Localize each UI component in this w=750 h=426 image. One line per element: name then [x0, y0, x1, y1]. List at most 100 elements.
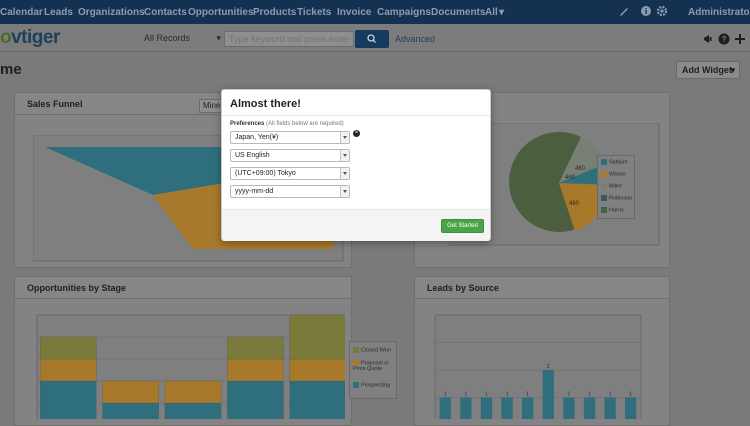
user-menu[interactable]: Administrato [688, 7, 750, 18]
search-icon [367, 34, 376, 43]
bar-segment [39, 336, 97, 360]
svg-text:?: ? [722, 35, 727, 44]
data-label: 1 [568, 392, 571, 398]
bar-segment [289, 358, 345, 382]
nav-campaigns[interactable]: Campaigns [377, 7, 431, 18]
opportunities-by-stage-widget: Opportunities by Stage Closed Won Propos… [14, 276, 397, 426]
help-icon[interactable]: ? [718, 33, 730, 45]
records-select[interactable]: All Records ▾ [140, 31, 224, 47]
date-format-select-value: yyyy-mm-dd [235, 188, 274, 195]
nav-all[interactable]: All [485, 7, 498, 18]
currency-select-value: Japan, Yen(¥) [235, 134, 279, 141]
legend-item: Proposal or Price Quote [353, 360, 390, 373]
bar [501, 397, 513, 419]
chevron-down-icon [340, 132, 349, 143]
bar [460, 397, 472, 419]
chevron-down-icon: ▾ [730, 65, 735, 75]
leads-bar-chart: 1 1 1 1 1 2 1 1 1 1 [434, 314, 642, 419]
chevron-down-icon [340, 186, 349, 197]
search-input[interactable] [224, 31, 354, 47]
bar [604, 397, 616, 419]
widget-title: Opportunities by Stage [15, 277, 351, 299]
chevron-down-icon [340, 150, 349, 161]
vtiger-logo[interactable]: ovtiger [0, 27, 60, 49]
search-button[interactable] [355, 30, 389, 48]
modal-divider [222, 115, 490, 116]
page-header: me Add Widget ▾ [0, 53, 750, 85]
data-label: 1 [629, 392, 632, 398]
language-select[interactable]: US English [230, 149, 350, 162]
language-select-value: US English [235, 152, 270, 159]
info-icon[interactable] [640, 5, 652, 17]
chevron-down-icon: ▾ [216, 33, 221, 43]
data-label: 1 [588, 392, 591, 398]
megaphone-icon[interactable] [702, 33, 714, 45]
logo-prefix: o [0, 27, 12, 48]
nav-calendar[interactable]: Calendar [0, 7, 43, 18]
gear-icon[interactable] [656, 5, 668, 17]
bar-segment [164, 380, 222, 404]
data-label: 1 [526, 392, 529, 398]
legend-item: Closed Won [353, 347, 391, 353]
data-label: 1 [506, 392, 509, 398]
preferences-hint: (All fields below are required) [266, 121, 344, 127]
stage-bar-chart [36, 314, 345, 419]
bar [583, 397, 596, 419]
bar-segment [289, 380, 345, 419]
legend-item: Saltaire [601, 159, 628, 165]
date-format-select[interactable]: yyyy-mm-dd [230, 185, 350, 198]
add-widget-button[interactable]: Add Widget ▾ [676, 61, 740, 79]
bar-segment [227, 358, 284, 382]
data-label: 1 [465, 392, 468, 398]
chevron-down-icon [340, 168, 349, 179]
legend-item: Prospecting [353, 382, 390, 388]
nav-tickets[interactable]: Tickets [297, 7, 331, 18]
nav-documents[interactable]: Documents [431, 7, 485, 18]
timezone-select-value: (UTC+09:00) Tokyo [235, 170, 296, 177]
data-label: 2 [547, 364, 550, 370]
bar-segment [102, 380, 159, 404]
bar [542, 370, 554, 419]
currency-select[interactable]: Japan, Yen(¥) [230, 131, 350, 144]
nav-contacts[interactable]: Contacts [144, 7, 187, 18]
top-nav: Calendar Leads Organizations Contacts Op… [0, 0, 750, 24]
bar [480, 397, 493, 419]
pie-label-3: 460 [569, 201, 580, 207]
nav-invoice[interactable]: Invoice [337, 7, 371, 18]
legend-item: Robinson [601, 195, 632, 201]
records-select-value: All Records [144, 33, 191, 43]
nav-products[interactable]: Products [253, 7, 296, 18]
timezone-select[interactable]: (UTC+09:00) Tokyo [230, 167, 350, 180]
leads-by-source-widget: Leads by Source 1 1 1 1 1 2 1 1 1 1 [414, 276, 670, 426]
data-label: 1 [609, 392, 612, 398]
chevron-down-icon: ▾ [499, 7, 505, 18]
bar-segment [227, 380, 284, 419]
nav-leads[interactable]: Leads [44, 7, 73, 18]
onboarding-modal: Almost there! Preferences (All fields be… [221, 89, 491, 241]
stage-legend: Closed Won Proposal or Price Quote Prosp… [349, 341, 397, 399]
advanced-search-link[interactable]: Advanced [395, 34, 435, 44]
nav-organizations[interactable]: Organizations [78, 7, 145, 18]
bar [563, 397, 575, 419]
legend-item: Miller [601, 183, 622, 189]
pie-legend: Saltaire Wilson Miller Robinson Harris [597, 155, 635, 219]
data-label: 1 [444, 392, 447, 398]
preferences-label: Preferences (All fields below are requir… [230, 121, 344, 127]
plus-icon[interactable] [734, 33, 746, 45]
legend-item: Wilson [601, 171, 626, 177]
header-bar: ovtiger All Records ▾ Advanced ? [0, 24, 750, 52]
add-widget-label: Add Widget [682, 65, 732, 75]
bar [625, 397, 637, 419]
modal-footer: Get Started [222, 209, 490, 241]
bar [439, 397, 451, 419]
owner-filter-value: Mine [203, 101, 221, 110]
pie-label-2: 460 [565, 175, 576, 181]
clear-currency-icon[interactable]: × [353, 130, 360, 137]
bar-segment [227, 336, 284, 360]
get-started-button[interactable]: Get Started [441, 219, 484, 233]
nav-opportunities[interactable]: Opportunities [188, 7, 254, 18]
logo-text: vtiger [11, 27, 60, 48]
pencil-icon[interactable] [618, 5, 630, 17]
data-label: 1 [485, 392, 488, 398]
pie-label-1: 460 [575, 166, 586, 172]
